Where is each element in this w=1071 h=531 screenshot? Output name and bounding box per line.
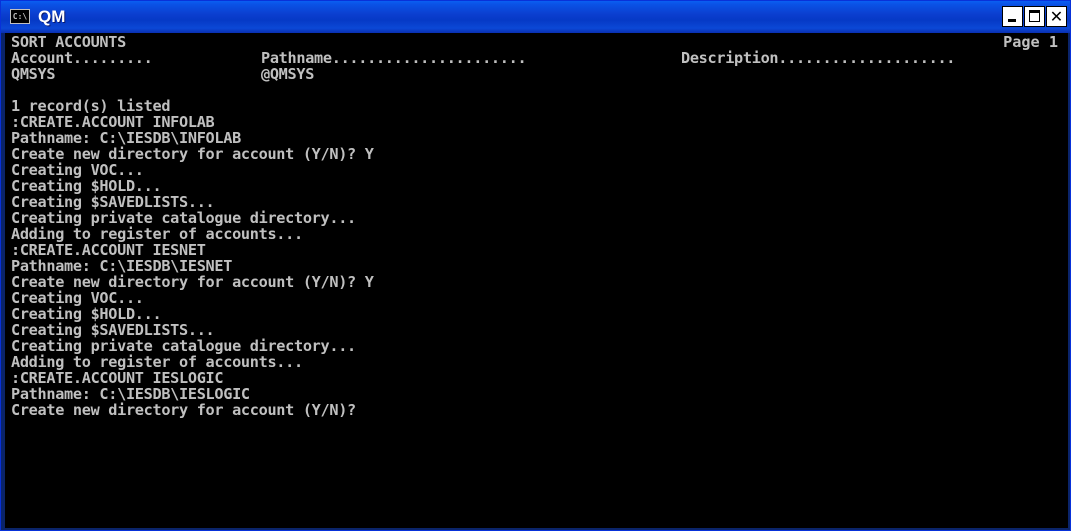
maximize-button[interactable] — [1024, 6, 1045, 27]
console-line: Creating private catalogue directory... — [11, 337, 356, 355]
console-line: Pathname: C:\IESDB\IESNET — [11, 257, 233, 275]
console-line: Creating $HOLD... — [11, 305, 162, 323]
window-title: QM — [38, 7, 66, 26]
console-window: C:\ QM ✕ SORT ACCOUNTS Page 1 Account...… — [0, 0, 1071, 531]
console-line: Creating $HOLD... — [11, 177, 162, 195]
close-icon: ✕ — [1049, 7, 1064, 26]
close-button[interactable]: ✕ — [1046, 6, 1067, 27]
column-header-account: Account......... — [11, 49, 153, 67]
row-pathname: @QMSYS — [261, 65, 315, 83]
maximize-icon — [1029, 10, 1040, 22]
console-line: Creating private catalogue directory... — [11, 209, 356, 227]
console-line: Adding to register of accounts... — [11, 225, 303, 243]
console-line: Creating $SAVEDLISTS... — [11, 193, 215, 211]
console-line: Create new directory for account (Y/N)? … — [11, 273, 374, 291]
console-line: Adding to register of accounts... — [11, 353, 303, 371]
console-line: 1 record(s) listed — [11, 97, 171, 115]
column-header-pathname: Pathname...................... — [261, 49, 527, 67]
console-line: Pathname: C:\IESDB\IESLOGIC — [11, 385, 250, 403]
page-indicator: Page 1 — [1003, 33, 1058, 51]
console-line: Create new directory for account (Y/N)? — [11, 401, 356, 419]
minimize-icon — [1008, 19, 1016, 22]
console-line: :CREATE.ACCOUNT IESNET — [11, 241, 206, 259]
row-account: QMSYS — [11, 65, 56, 83]
console-line: Pathname: C:\IESDB\INFOLAB — [11, 129, 241, 147]
console-line: Creating VOC... — [11, 289, 144, 307]
console-line: Creating $SAVEDLISTS... — [11, 321, 215, 339]
console-line: :CREATE.ACCOUNT INFOLAB — [11, 113, 215, 131]
title-bar[interactable]: C:\ QM ✕ — [1, 1, 1070, 33]
console-line: Creating VOC... — [11, 161, 144, 179]
report-title: SORT ACCOUNTS — [11, 33, 126, 51]
console-app-icon[interactable]: C:\ — [10, 9, 30, 24]
console-line: :CREATE.ACCOUNT IESLOGIC — [11, 369, 224, 387]
console-output[interactable]: SORT ACCOUNTS Page 1 Account......... Pa… — [5, 33, 1068, 528]
column-header-description: Description.................... — [681, 49, 956, 67]
console-line: Create new directory for account (Y/N)? … — [11, 145, 374, 163]
minimize-button[interactable] — [1002, 6, 1023, 27]
